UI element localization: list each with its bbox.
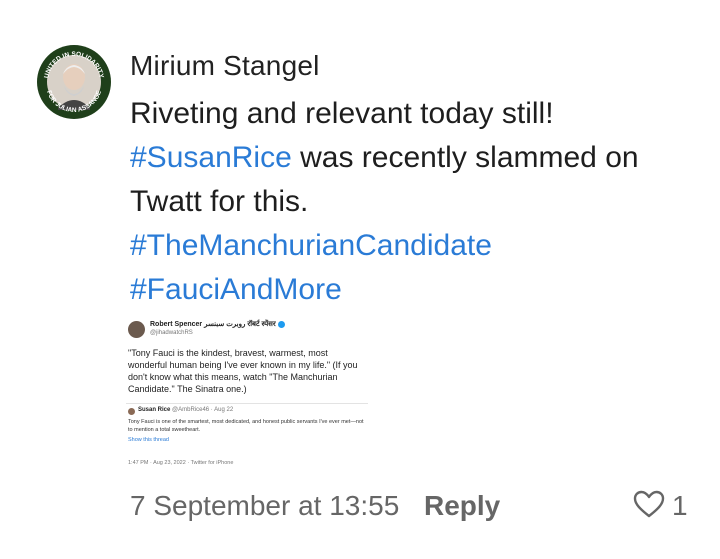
heart-icon[interactable]: [632, 489, 666, 519]
hashtag-manchurian-candidate[interactable]: #TheManchurianCandidate: [130, 229, 492, 262]
tweet-author-handle: @jihadwatchRS: [150, 330, 193, 336]
avatar[interactable]: UNITED IN SOLIDARITY FOR JULIAN ASSANGE: [36, 44, 112, 120]
tweet-text: "Tony Fauci is the kindest, bravest, war…: [128, 348, 358, 394]
quoted-author-avatar: [128, 408, 135, 415]
comment-author[interactable]: Mirium Stangel: [130, 50, 320, 82]
verified-badge-icon: [277, 320, 285, 328]
reply-button[interactable]: Reply: [424, 490, 500, 522]
quoted-text: Tony Fauci is one of the smartest, most …: [128, 419, 364, 433]
quoted-author: Susan Rice @AmbRice46 · Aug 22: [138, 407, 234, 413]
comment-timestamp: 7 September at 13:55: [130, 490, 400, 521]
tweet-divider: [126, 403, 368, 404]
comment-text-part1: Riveting and relevant today still!: [130, 97, 554, 130]
like-count: 1: [672, 490, 688, 521]
tweet-meta: 1:47 PM · Aug 23, 2022 · Twitter for iPh…: [128, 460, 234, 466]
show-thread-link: Show this thread: [128, 437, 169, 443]
embedded-tweet-image[interactable]: Robert Spencer روبرت سبنسر रॉबर्ट स्पेंस…: [126, 313, 368, 476]
hashtag-susanrice[interactable]: #SusanRice: [130, 141, 292, 174]
tweet-author-name: Robert Spencer روبرت سبنسر रॉबर्ट स्पेंस…: [150, 320, 285, 329]
comment-body: Riveting and relevant today still! #Susa…: [130, 92, 690, 312]
tweet-author-avatar: [128, 321, 145, 338]
avatar-image: UNITED IN SOLIDARITY FOR JULIAN ASSANGE: [37, 45, 111, 119]
hashtag-fauci-and-more[interactable]: #FauciAndMore: [130, 273, 342, 306]
